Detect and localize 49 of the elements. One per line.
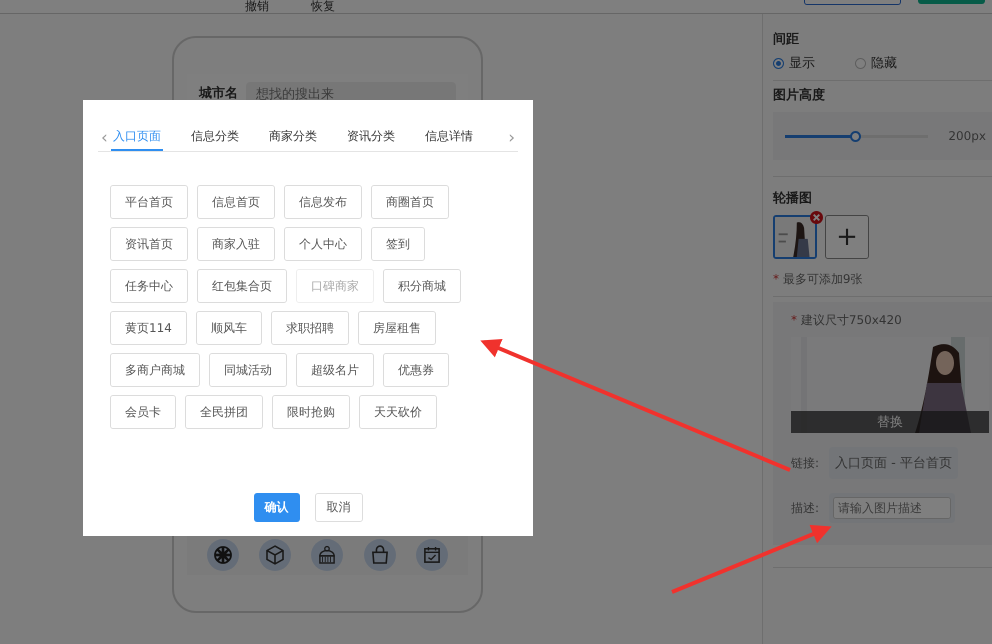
page-option-button[interactable]: 同城活动 <box>209 353 287 387</box>
page-option-button[interactable]: 超级名片 <box>296 353 374 387</box>
section-title: 轮播图 <box>773 190 812 207</box>
hint-text: * 建议尺寸750x420 <box>791 312 903 329</box>
radio-option[interactable]: 隐藏 <box>855 54 897 72</box>
page-option-button[interactable]: 信息首页 <box>197 185 275 219</box>
section-title: 间距 <box>773 31 799 48</box>
slider-value: 200px <box>948 129 986 143</box>
page-option-button[interactable]: 限时抢购 <box>272 395 350 429</box>
page-option-button[interactable]: 签到 <box>371 227 425 261</box>
add-image-button[interactable]: + <box>825 215 869 259</box>
page-option-button[interactable]: 求职招聘 <box>270 311 349 345</box>
tab[interactable]: 商家分类 <box>266 124 319 151</box>
tab[interactable]: 信息详情 <box>422 124 475 151</box>
basket-icon[interactable] <box>311 539 344 571</box>
cancel-button[interactable]: 取消 <box>314 493 362 522</box>
page-option-button[interactable]: 信息发布 <box>284 185 362 219</box>
page-option-button[interactable]: 会员卡 <box>110 395 176 429</box>
page-option-button[interactable]: 任务中心 <box>110 269 188 303</box>
page-option-button[interactable]: 积分商城 <box>383 269 461 303</box>
page-option-button[interactable]: 全民拼团 <box>185 395 263 429</box>
field-label: 链接: <box>791 454 820 472</box>
field-label: 描述: <box>791 500 820 516</box>
page-option-button[interactable]: 红包集合页 <box>197 269 287 303</box>
radio-option[interactable]: 显示 <box>773 54 815 72</box>
toolbar-action[interactable]: 恢复 <box>311 0 335 13</box>
tab[interactable]: 信息分类 <box>188 124 241 151</box>
page-option-button[interactable]: 天天砍价 <box>359 395 437 429</box>
calendar-icon[interactable] <box>416 539 448 571</box>
wheel-icon[interactable] <box>207 539 240 571</box>
delete-icon[interactable] <box>810 211 823 224</box>
bag-icon[interactable] <box>364 539 396 571</box>
page-option-button[interactable]: 资讯首页 <box>110 227 188 261</box>
page-option-button[interactable]: 商圈首页 <box>371 185 449 219</box>
tab[interactable]: 资讯分类 <box>344 124 397 151</box>
hint-text: * 最多可添加9张 <box>773 271 862 288</box>
page-option-button[interactable]: 多商户商城 <box>110 353 200 387</box>
cube-icon[interactable] <box>259 539 292 571</box>
page-option-button[interactable]: 顺风车 <box>196 311 262 345</box>
description-field[interactable]: 请输入图片描述 <box>833 497 952 519</box>
page-option-button[interactable]: 房屋租售 <box>358 311 436 345</box>
section-title: 图片高度 <box>773 86 825 104</box>
page-option-button[interactable]: 优惠券 <box>383 353 449 387</box>
page-option-button[interactable]: 商家入驻 <box>197 227 275 261</box>
page-option-button[interactable]: 平台首页 <box>110 185 188 219</box>
page-option-button[interactable]: 个人中心 <box>284 227 362 261</box>
toolbar-action[interactable]: 撤销 <box>245 0 269 13</box>
page-option-button[interactable]: 黄页114 <box>110 311 187 345</box>
city-name[interactable]: 城市名 <box>199 84 238 102</box>
